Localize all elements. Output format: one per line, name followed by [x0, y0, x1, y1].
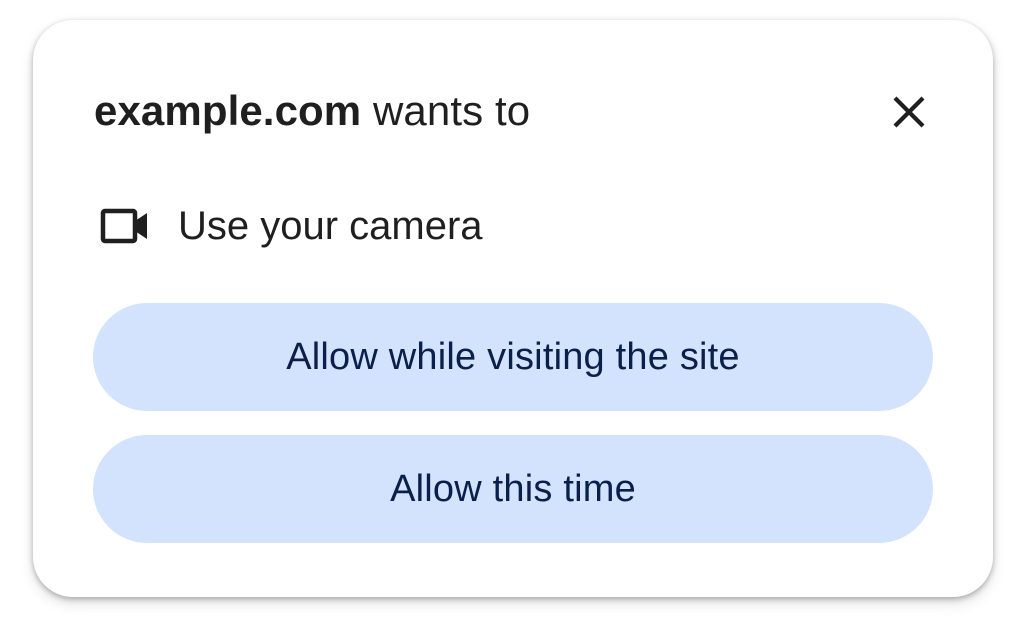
allow-this-time-button[interactable]: Allow this time [93, 435, 933, 543]
title-suffix: wants to [361, 87, 531, 134]
videocam-icon [100, 206, 150, 246]
allow-while-visiting-button[interactable]: Allow while visiting the site [93, 303, 933, 411]
site-origin: example.com [94, 87, 362, 134]
close-button[interactable] [885, 88, 933, 136]
dialog-title: example.com wants to [94, 86, 530, 136]
permission-label: Use your camera [178, 203, 483, 248]
permission-dialog: example.com wants to Use your camera All… [33, 20, 993, 597]
close-icon [893, 96, 925, 128]
permission-row: Use your camera [100, 204, 483, 248]
